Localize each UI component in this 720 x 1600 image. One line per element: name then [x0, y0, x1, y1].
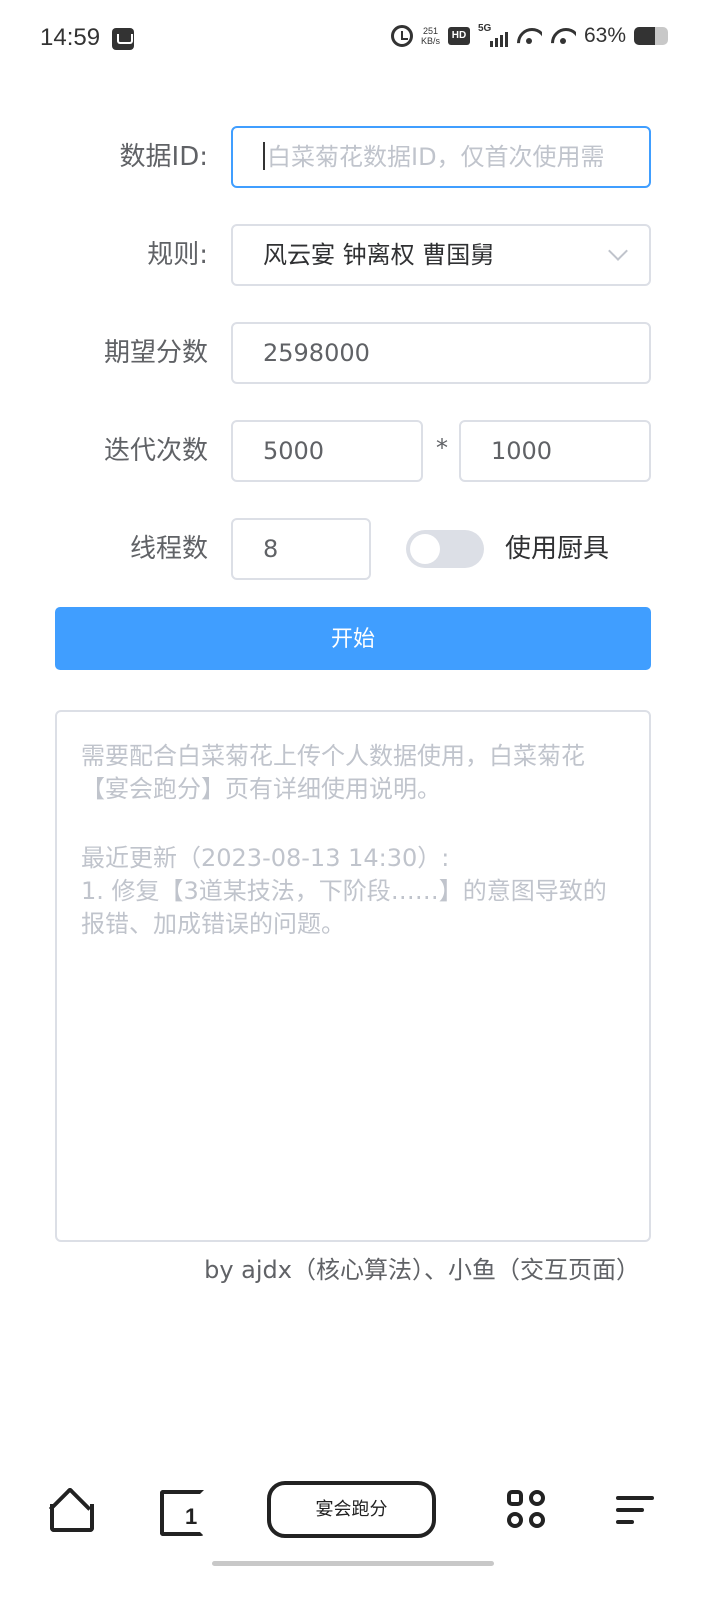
expected-score-value: 2598000	[263, 339, 370, 367]
alarm-icon	[390, 25, 413, 47]
rule-select-value: 风云宴 钟离权 曹国舅	[263, 241, 495, 269]
expected-score-row: 期望分数 2598000	[0, 322, 720, 384]
apps-grid-icon[interactable]	[505, 1488, 549, 1532]
network-speed-value: 251	[422, 26, 438, 36]
wifi-calling-icon	[516, 26, 542, 46]
battery-percent: 63%	[583, 24, 626, 47]
wifi-icon	[550, 26, 576, 46]
network-speed-unit: KB/s	[420, 36, 440, 46]
multiply-sign: *	[436, 434, 448, 462]
switch-knob	[410, 534, 440, 564]
battery-icon	[634, 27, 668, 45]
rule-select[interactable]: 风云宴 钟离权 曹国舅	[231, 224, 651, 286]
message-notification-icon	[112, 28, 134, 50]
status-icons: 251 KB/s HD 5G 63%	[390, 23, 668, 48]
bottom-navigation-bar: 1 宴会跑分	[0, 1470, 720, 1560]
iterations-label: 迭代次数	[103, 436, 208, 466]
tabs-icon[interactable]: 1	[158, 1488, 204, 1536]
threads-label: 线程数	[129, 534, 208, 564]
threads-input[interactable]: 8	[231, 518, 371, 580]
iterations-row: 迭代次数 5000 * 1000	[0, 420, 720, 482]
notes-line-update-item: 1. 修复【3道某技法，下阶段……】的意图导致的报错、加成错误的问题。	[81, 877, 607, 938]
iterations-value-a: 5000	[263, 437, 325, 465]
rule-label: 规则:	[147, 240, 208, 270]
expected-score-label: 期望分数	[103, 338, 208, 368]
data-id-input[interactable]: 白菜菊花数据ID，仅首次使用需	[231, 126, 651, 188]
status-time: 14:59	[40, 24, 101, 51]
use-tools-label: 使用厨具	[505, 534, 610, 564]
start-button[interactable]: 开始	[55, 607, 651, 670]
rule-row: 规则: 风云宴 钟离权 曹国舅	[0, 224, 720, 286]
notes-line-update-title: 最近更新（2023-08-13 14:30）:	[81, 844, 450, 872]
credit-text: by ajdx（核心算法）、小鱼（交互页面）	[204, 1256, 640, 1284]
hd-voice-icon: HD	[447, 27, 470, 45]
iterations-value-b: 1000	[491, 437, 553, 465]
network-speed: 251 KB/s	[421, 26, 440, 46]
data-id-placeholder: 白菜菊花数据ID，仅首次使用需	[267, 143, 605, 171]
data-id-row: 数据ID: 白菜菊花数据ID，仅首次使用需	[0, 126, 720, 188]
notes-textarea[interactable]: 需要配合白菜菊花上传个人数据使用，白菜菊花【宴会跑分】页有详细使用说明。 最近更…	[55, 710, 651, 1242]
chevron-down-icon	[608, 241, 628, 261]
iterations-input-b[interactable]: 1000	[459, 420, 651, 482]
current-page-button[interactable]: 宴会跑分	[267, 1481, 436, 1538]
data-id-label: 数据ID:	[119, 142, 208, 172]
threads-value: 8	[263, 535, 279, 563]
cellular-signal-icon: 5G	[478, 23, 508, 47]
tabs-count: 1	[185, 1504, 198, 1529]
menu-icon[interactable]	[616, 1488, 660, 1532]
home-icon[interactable]	[48, 1488, 94, 1532]
expected-score-input[interactable]: 2598000	[231, 322, 651, 384]
threads-row: 线程数 8 使用厨具	[0, 518, 720, 580]
use-tools-switch[interactable]	[406, 530, 484, 568]
status-bar: 14:59 251 KB/s HD 5G 63%	[0, 0, 720, 80]
notes-line-usage: 需要配合白菜菊花上传个人数据使用，白菜菊花【宴会跑分】页有详细使用说明。	[81, 742, 585, 803]
iterations-input-a[interactable]: 5000	[231, 420, 423, 482]
text-caret	[263, 142, 265, 170]
home-indicator[interactable]	[212, 1561, 494, 1566]
